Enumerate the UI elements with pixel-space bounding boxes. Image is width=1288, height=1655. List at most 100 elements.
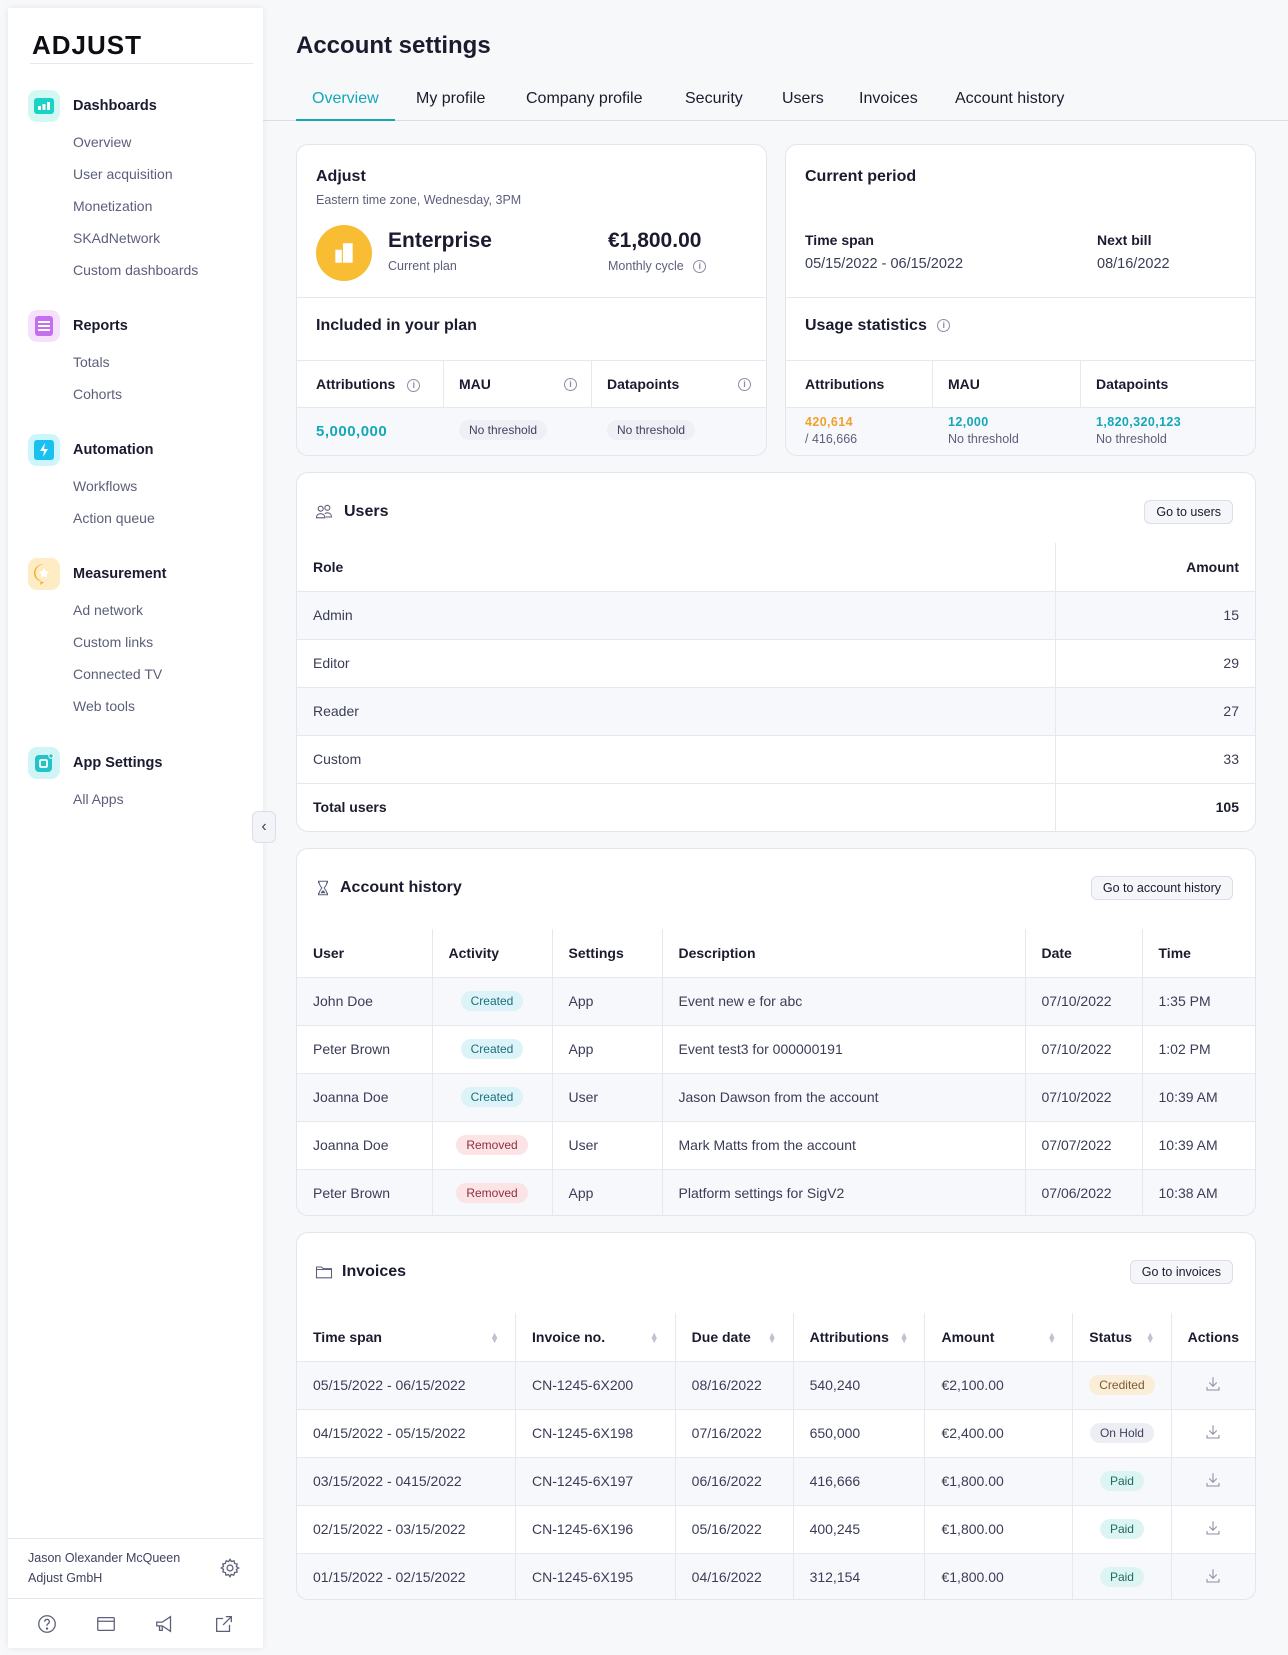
status-badge: Credited [1089, 1375, 1155, 1395]
adjust-logo[interactable]: ADJUST [32, 30, 142, 61]
sort-icon[interactable]: ▲ ▼ [1146, 1330, 1155, 1344]
download-icon[interactable] [1204, 1519, 1222, 1537]
user-cell: Peter Brown [297, 1168, 433, 1215]
total-value: 105 [1055, 782, 1255, 831]
tab-company-profile[interactable]: Company profile [526, 90, 643, 121]
sidebar-item-user-acquisition[interactable]: User acquisition [28, 158, 198, 190]
amount-cell: €1,800.00 [924, 1552, 1074, 1599]
description-cell: Platform settings for SigV2 [662, 1168, 1026, 1215]
no-threshold-badge: No threshold [459, 420, 548, 440]
col-datapoints: Datapoints i [607, 376, 751, 392]
nav-header-reports[interactable]: Reports [28, 310, 128, 342]
actions-cell [1171, 1360, 1255, 1409]
table-row: 02/15/2022 - 03/15/2022 CN-1245-6X196 05/1… [297, 1504, 1255, 1553]
table-row: Peter Brown Created App Event test3 for … [297, 1024, 1255, 1073]
sort-icon[interactable]: ▲ ▼ [490, 1330, 499, 1344]
info-icon[interactable]: i [693, 260, 707, 274]
info-icon[interactable]: i [937, 319, 951, 333]
sidebar-item-connected-tv[interactable]: Connected TV [28, 658, 166, 690]
help-icon[interactable] [36, 1613, 58, 1635]
sidebar-item-all-apps[interactable]: All Apps [28, 783, 162, 815]
tab-overview[interactable]: Overview [296, 90, 395, 121]
download-icon[interactable] [1204, 1423, 1222, 1441]
billing-cycle: Monthly cycle i [608, 259, 707, 274]
info-icon[interactable]: i [564, 378, 577, 391]
sort-icon[interactable]: ▲ ▼ [768, 1330, 777, 1344]
amount-cell: €1,800.00 [924, 1504, 1074, 1553]
sidebar-item-ad-network[interactable]: Ad network [28, 594, 166, 626]
user-profile[interactable]: Jason Olexander McQueen Adjust GmbH [8, 1538, 263, 1598]
history-title: Account history [340, 879, 462, 896]
download-icon[interactable] [1204, 1375, 1222, 1393]
sidebar-item-skadnetwork[interactable]: SKAdNetwork [28, 222, 198, 254]
amount-cell: 27 [1055, 686, 1255, 735]
next-bill-value: 08/16/2022 [1097, 256, 1170, 272]
user-cell: John Doe [297, 976, 433, 1025]
sidebar-item-action-queue[interactable]: Action queue [28, 502, 155, 534]
download-icon[interactable] [1204, 1471, 1222, 1489]
download-icon[interactable] [1204, 1567, 1222, 1585]
external-link-icon[interactable] [213, 1613, 235, 1635]
time-cell: 1:35 PM [1142, 976, 1255, 1025]
role-cell: Admin [297, 590, 1056, 639]
usage-mau-limit: No threshold [948, 432, 1019, 446]
plan-card: Adjust Eastern time zone, Wednesday, 3PM… [296, 144, 767, 456]
table-row: 04/15/2022 - 05/15/2022 CN-1245-6X198 07/1… [297, 1408, 1255, 1457]
attributions-cell: 400,245 [793, 1504, 926, 1553]
sidebar-item-cohorts[interactable]: Cohorts [28, 378, 128, 410]
sidebar-item-custom-dashboards[interactable]: Custom dashboards [28, 254, 198, 286]
col-amount: Amount [1186, 558, 1239, 575]
automation-icon [28, 434, 60, 466]
tab-my-profile[interactable]: My profile [416, 90, 485, 121]
megaphone-icon[interactable] [154, 1613, 176, 1635]
sidebar-item-overview[interactable]: Overview [28, 126, 198, 158]
go-to-users-button[interactable]: Go to users [1144, 500, 1233, 524]
col-invoice-no[interactable]: Invoice no. ▲ ▼ [515, 1313, 676, 1361]
tab-security[interactable]: Security [685, 90, 743, 121]
col-time-span[interactable]: Time span ▲ ▼ [297, 1313, 516, 1361]
nav-header-app-settings[interactable]: App Settings [28, 747, 162, 779]
col-attributions[interactable]: Attributions ▲ ▼ [793, 1313, 926, 1361]
sidebar-item-workflows[interactable]: Workflows [28, 470, 155, 502]
nav-title: Automation [73, 442, 154, 458]
divider [786, 360, 1255, 361]
go-to-invoices-button[interactable]: Go to invoices [1129, 1260, 1233, 1284]
dashboards-icon [28, 90, 60, 122]
activity-cell: Created [432, 1024, 553, 1073]
col-due-date[interactable]: Due date ▲ ▼ [675, 1313, 794, 1361]
tab-invoices[interactable]: Invoices [859, 90, 918, 121]
gear-icon[interactable] [219, 1557, 241, 1579]
company-name: Adjust [316, 168, 366, 185]
total-row: Total users 105 [297, 782, 1255, 831]
timespan-label: Time span [805, 232, 874, 248]
invoice-no-cell: CN-1245-6X198 [515, 1408, 676, 1457]
nav-header-automation[interactable]: Automation [28, 434, 155, 466]
sort-icon[interactable]: ▲ ▼ [1047, 1330, 1056, 1344]
plan-label: Current plan [388, 259, 457, 273]
collapse-sidebar-button[interactable]: ‹ [252, 811, 276, 843]
sort-icon[interactable]: ▲ ▼ [900, 1330, 909, 1344]
col-amount[interactable]: Amount ▲ ▼ [924, 1313, 1074, 1361]
invoices-table: Time span ▲ ▼ Invoice no. ▲ ▼ Due date ▲ ▼ Attrib… [297, 1313, 1255, 1599]
col-role: Role [297, 543, 1056, 591]
user-cell: Joanna Doe [297, 1120, 433, 1169]
info-icon[interactable]: i [738, 378, 751, 391]
settings-cell: App [552, 976, 663, 1025]
tab-account-history[interactable]: Account history [955, 90, 1064, 121]
invoices-header: Invoices [314, 1262, 406, 1282]
col-mau: MAU i [459, 376, 577, 392]
sidebar-item-custom-links[interactable]: Custom links [28, 626, 166, 658]
nav-header-dashboards[interactable]: Dashboards [28, 90, 198, 122]
tab-users[interactable]: Users [782, 90, 824, 121]
billing-cycle-label: Monthly cycle [608, 259, 684, 273]
sidebar-item-web-tools[interactable]: Web tools [28, 690, 166, 722]
go-to-account-history-button[interactable]: Go to account history [1090, 876, 1233, 900]
window-icon[interactable] [95, 1613, 117, 1635]
history-header: Account history [314, 878, 462, 898]
nav-header-measurement[interactable]: Measurement [28, 558, 166, 590]
col-status[interactable]: Status ▲ ▼ [1072, 1313, 1172, 1361]
sidebar-item-totals[interactable]: Totals [28, 346, 128, 378]
sidebar-item-monetization[interactable]: Monetization [28, 190, 198, 222]
sort-icon[interactable]: ▲ ▼ [650, 1330, 659, 1344]
info-icon[interactable]: i [407, 378, 421, 392]
